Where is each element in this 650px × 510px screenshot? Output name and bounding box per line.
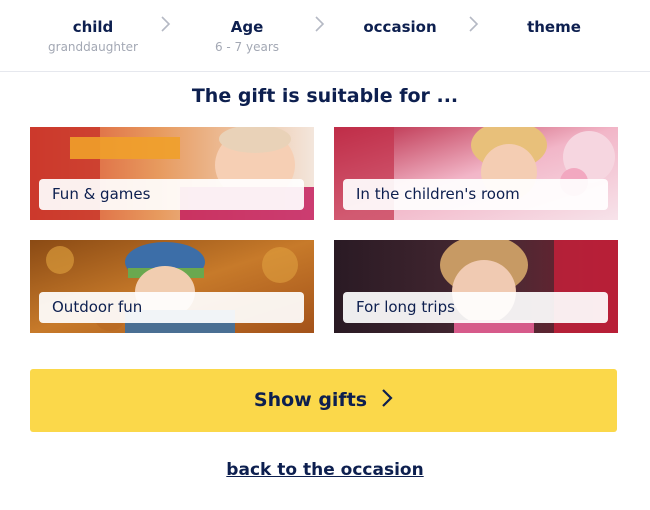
theme-card-childrens-room[interactable]: In the children's room: [334, 127, 618, 220]
theme-card-label: Fun & games: [39, 179, 304, 210]
step-theme[interactable]: theme: [484, 18, 624, 36]
theme-card-label: In the children's room: [343, 179, 608, 210]
step-navigation: child granddaughter Age 6 - 7 years occa…: [0, 0, 650, 72]
show-gifts-button[interactable]: Show gifts: [30, 369, 617, 432]
back-to-occasion-link[interactable]: back to the occasion: [0, 460, 650, 480]
step-occasion-label: occasion: [363, 18, 437, 36]
chevron-right-icon: [160, 14, 172, 34]
step-child-value: granddaughter: [48, 40, 138, 54]
page-title: The gift is suitable for ...: [191, 85, 459, 107]
theme-card-long-trips[interactable]: For long trips: [334, 240, 618, 333]
theme-card-outdoor-fun[interactable]: Outdoor fun: [30, 240, 314, 333]
step-child[interactable]: child granddaughter: [23, 18, 163, 54]
step-age-label: Age: [230, 18, 264, 36]
step-occasion[interactable]: occasion: [330, 18, 470, 36]
chevron-right-icon: [381, 387, 393, 413]
step-age[interactable]: Age 6 - 7 years: [177, 18, 317, 54]
theme-card-label: Outdoor fun: [39, 292, 304, 323]
theme-card-label: For long trips: [343, 292, 608, 323]
step-child-label: child: [72, 18, 114, 36]
show-gifts-label: Show gifts: [253, 389, 368, 411]
chevron-right-icon: [468, 14, 480, 34]
chevron-right-icon: [314, 14, 326, 34]
step-theme-label: theme: [527, 18, 581, 36]
step-age-value: 6 - 7 years: [214, 40, 280, 54]
theme-card-fun-games[interactable]: Fun & games: [30, 127, 314, 220]
